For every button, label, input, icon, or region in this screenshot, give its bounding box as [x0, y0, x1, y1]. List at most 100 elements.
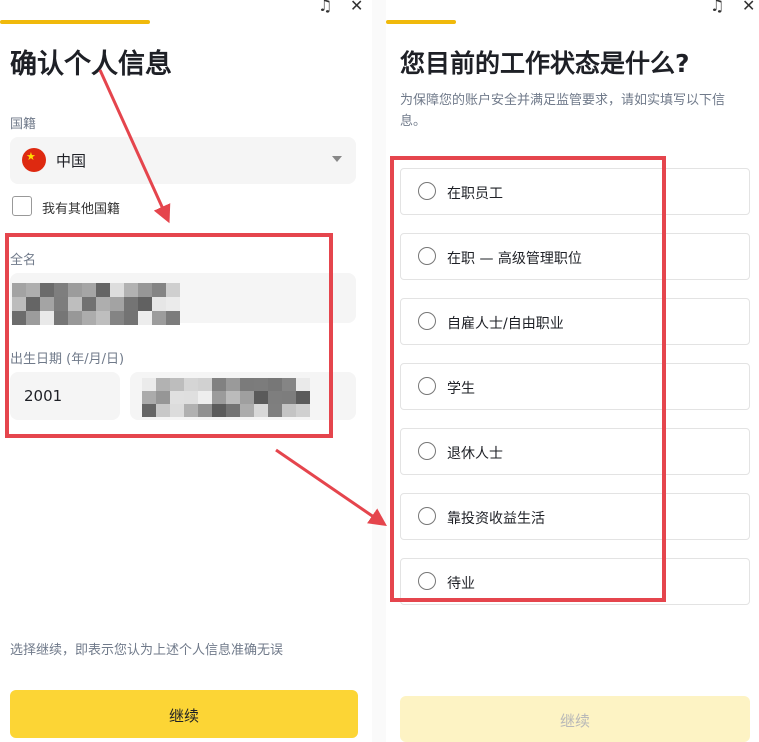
mosaic-cell [296, 378, 310, 391]
continue-button[interactable]: 继续 [10, 690, 358, 738]
mosaic-cell [254, 404, 268, 417]
mosaic-cell [138, 283, 152, 297]
mosaic-cell [96, 311, 110, 325]
mosaic-cell [110, 283, 124, 297]
radio-button[interactable] [418, 572, 436, 590]
continue-label: 继续 [168, 707, 199, 725]
mosaic-cell [138, 297, 152, 311]
employment-option[interactable]: 自雇人士/自由职业 [400, 298, 750, 345]
mosaic-cell [296, 404, 310, 417]
mosaic-cell [26, 311, 40, 325]
option-label: 在职员工 [447, 186, 503, 202]
radio-button[interactable] [418, 377, 436, 395]
mosaic-cell [40, 283, 54, 297]
other-nationality-label: 我有其他国籍 [42, 202, 121, 217]
nationality-value: 中国 [56, 152, 87, 170]
progress-bar [386, 20, 456, 24]
fullname-label: 全名 [10, 253, 37, 268]
dob-label: 出生日期 (年/月/日) [10, 352, 125, 367]
radio-button[interactable] [418, 182, 436, 200]
option-label: 自雇人士/自由职业 [447, 316, 564, 332]
mosaic-cell [166, 283, 180, 297]
mosaic-cell [54, 297, 68, 311]
disclaimer-text: 选择继续，即表示您认为上述个人信息准确无误 [10, 643, 284, 658]
continue-label: 继续 [559, 712, 590, 730]
nationality-label: 国籍 [10, 117, 37, 132]
panel-divider [372, 0, 386, 742]
mosaic-cell [12, 283, 26, 297]
dob-year-value: 2001 [24, 387, 63, 405]
mosaic-cell [54, 283, 68, 297]
dob-monthday-input[interactable] [130, 372, 356, 420]
mosaic-cell [268, 391, 282, 404]
other-nationality-checkbox[interactable] [12, 196, 32, 216]
radio-button[interactable] [418, 507, 436, 525]
redacted-name [12, 283, 180, 325]
mosaic-cell [82, 283, 96, 297]
option-label: 在职 — 高级管理职位 [447, 251, 582, 267]
mosaic-cell [240, 404, 254, 417]
mosaic-cell [68, 311, 82, 325]
mosaic-cell [124, 283, 138, 297]
mosaic-cell [226, 391, 240, 404]
employment-option[interactable]: 待业 [400, 558, 750, 605]
mosaic-cell [124, 311, 138, 325]
employment-status-screen: ♫ ✕ 您目前的工作状态是什么? 为保障您的账户安全并满足监管要求，请如实填写以… [386, 0, 759, 742]
mosaic-cell [184, 391, 198, 404]
employment-option[interactable]: 靠投资收益生活 [400, 493, 750, 540]
mosaic-cell [110, 311, 124, 325]
mosaic-cell [156, 391, 170, 404]
mosaic-cell [142, 378, 156, 391]
page-title: 确认个人信息 [10, 49, 172, 80]
china-flag-icon [22, 148, 46, 172]
mosaic-cell [26, 283, 40, 297]
mosaic-cell [170, 391, 184, 404]
mosaic-cell [152, 283, 166, 297]
redacted-dob [142, 378, 310, 417]
mosaic-cell [12, 311, 26, 325]
mosaic-cell [40, 311, 54, 325]
headset-icon[interactable]: ♫ [318, 0, 332, 15]
dob-year-input[interactable]: 2001 [10, 372, 120, 420]
radio-button[interactable] [418, 312, 436, 330]
mosaic-cell [184, 404, 198, 417]
mosaic-cell [212, 404, 226, 417]
continue-button-disabled[interactable]: 继续 [400, 696, 750, 742]
mosaic-cell [226, 378, 240, 391]
close-icon[interactable]: ✕ [350, 0, 363, 15]
headset-icon[interactable]: ♫ [710, 0, 724, 15]
mosaic-cell [184, 378, 198, 391]
page-title: 您目前的工作状态是什么? [400, 49, 690, 78]
nationality-select[interactable]: 中国 [10, 137, 356, 184]
employment-option[interactable]: 退休人士 [400, 428, 750, 475]
personal-info-screen: ♫ ✕ 确认个人信息 国籍 中国 我有其他国籍 全名 出生日期 (年/月/日) … [0, 0, 372, 742]
mosaic-cell [156, 378, 170, 391]
mosaic-cell [68, 283, 82, 297]
mosaic-cell [96, 283, 110, 297]
mosaic-cell [170, 378, 184, 391]
mosaic-cell [156, 404, 170, 417]
mosaic-cell [152, 311, 166, 325]
radio-button[interactable] [418, 247, 436, 265]
mosaic-cell [166, 311, 180, 325]
mosaic-cell [82, 297, 96, 311]
page-subtitle: 为保障您的账户安全并满足监管要求，请如实填写以下信息。 [400, 93, 726, 129]
mosaic-cell [138, 311, 152, 325]
employment-option[interactable]: 在职员工 [400, 168, 750, 215]
option-label: 退休人士 [447, 446, 503, 462]
mosaic-cell [142, 391, 156, 404]
mosaic-cell [124, 297, 138, 311]
mosaic-cell [26, 297, 40, 311]
mosaic-cell [240, 391, 254, 404]
mosaic-cell [170, 404, 184, 417]
fullname-input[interactable] [10, 273, 356, 325]
employment-option[interactable]: 学生 [400, 363, 750, 410]
mosaic-cell [142, 404, 156, 417]
close-icon[interactable]: ✕ [742, 0, 755, 15]
mosaic-cell [96, 297, 110, 311]
mosaic-cell [268, 404, 282, 417]
radio-button[interactable] [418, 442, 436, 460]
mosaic-cell [152, 297, 166, 311]
mosaic-cell [54, 311, 68, 325]
employment-option[interactable]: 在职 — 高级管理职位 [400, 233, 750, 280]
